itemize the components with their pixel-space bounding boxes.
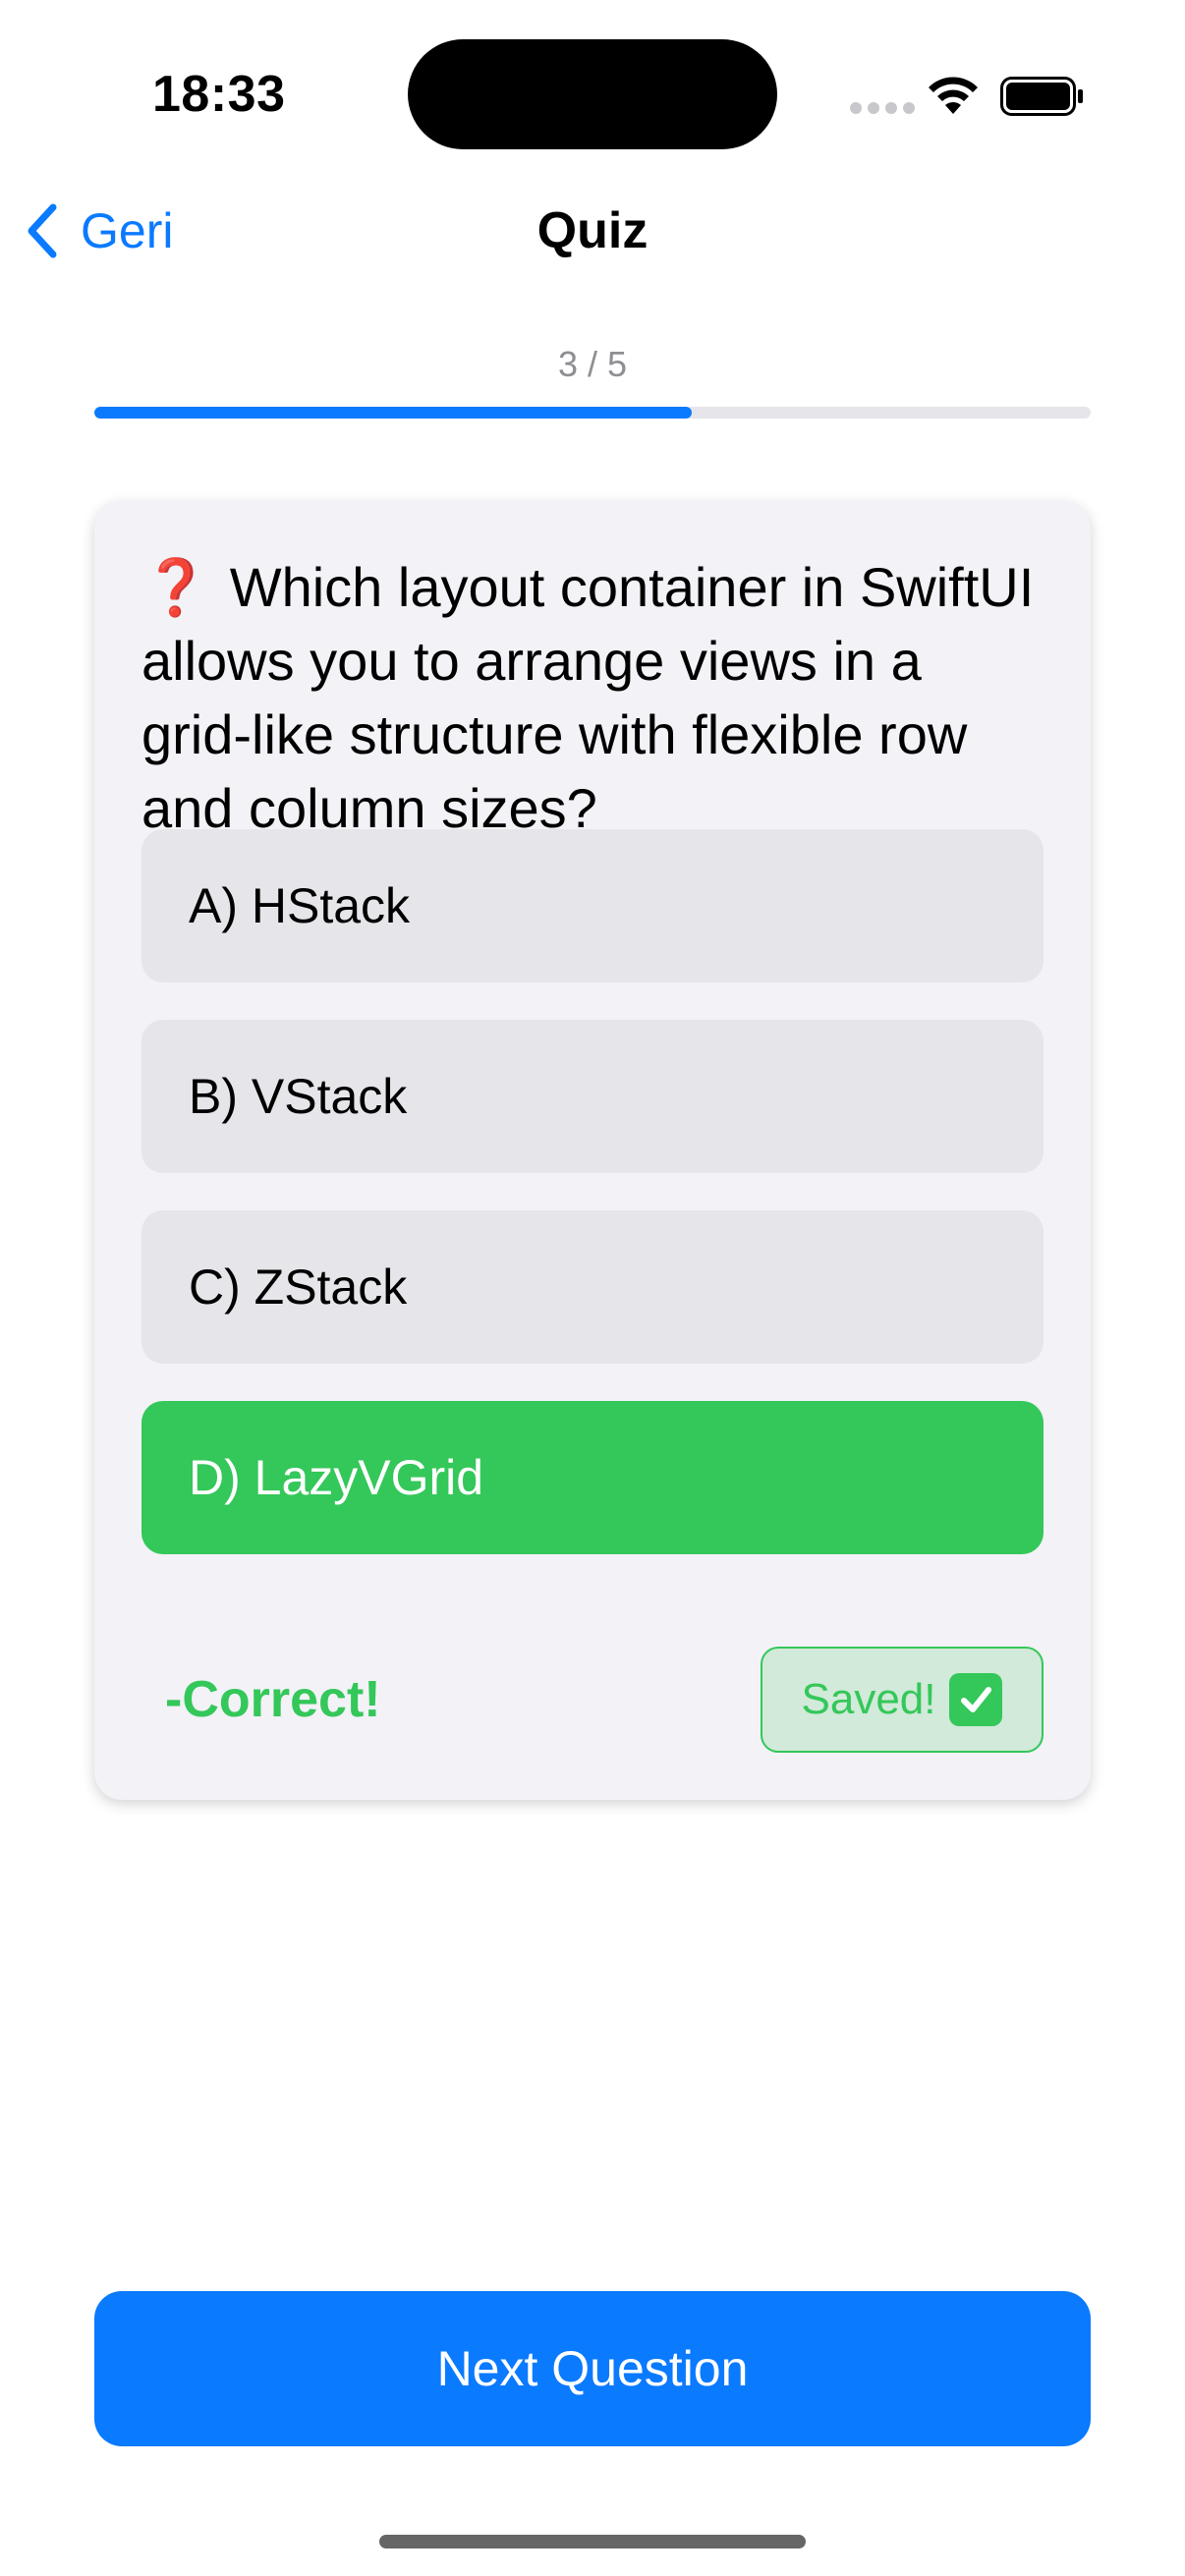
cellular-signal-icon xyxy=(850,102,915,114)
question-mark-icon: ❓ xyxy=(141,556,210,618)
question-body: Which layout container in SwiftUI allows… xyxy=(141,556,1035,839)
option-label: B) VStack xyxy=(189,1069,408,1124)
option-c-button[interactable]: C) ZStack xyxy=(141,1210,1044,1364)
saved-label: Saved! xyxy=(801,1675,936,1723)
page-title: Quiz xyxy=(536,202,649,259)
battery-icon xyxy=(1000,77,1083,116)
progress-bar xyxy=(94,407,1091,419)
question-card: ❓ Which layout container in SwiftUI allow… xyxy=(94,501,1091,1800)
feedback-text: -Correct! xyxy=(165,1671,381,1728)
question-text: ❓ Which layout container in SwiftUI allow… xyxy=(141,550,1045,845)
option-label: A) HStack xyxy=(189,878,411,933)
saved-badge: Saved! xyxy=(761,1647,1044,1753)
check-mark-button-icon xyxy=(949,1673,1003,1726)
progress-counter: 3 / 5 xyxy=(557,344,628,384)
status-time: 18:33 xyxy=(152,66,286,123)
progress-bar-fill xyxy=(94,407,693,419)
home-indicator xyxy=(379,2535,806,2548)
wifi-icon xyxy=(929,77,978,114)
next-question-button[interactable]: Next Question xyxy=(94,2291,1091,2446)
option-label: D) LazyVGrid xyxy=(189,1450,484,1505)
option-d-button[interactable]: D) LazyVGrid xyxy=(141,1401,1044,1554)
option-label: C) ZStack xyxy=(189,1260,408,1315)
dynamic-island xyxy=(408,39,777,149)
option-b-button[interactable]: B) VStack xyxy=(141,1020,1044,1173)
option-a-button[interactable]: A) HStack xyxy=(141,829,1044,982)
